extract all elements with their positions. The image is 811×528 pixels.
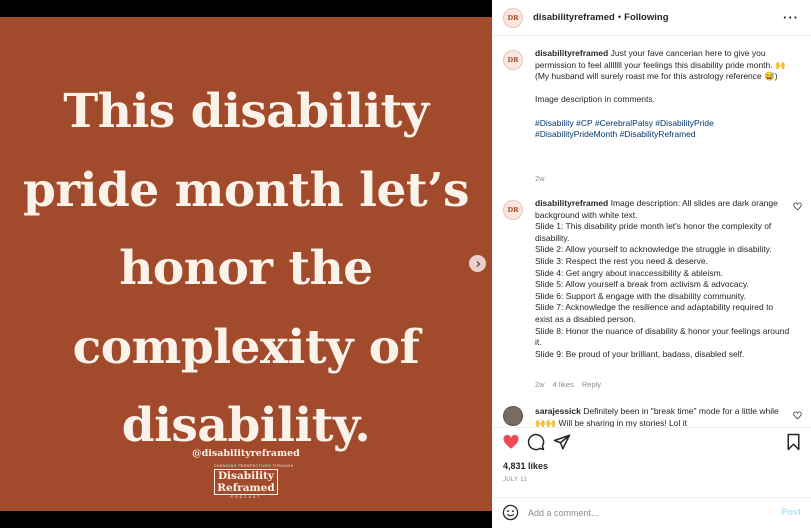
comment-line: Slide 7: Acknowledge the resilience and … — [535, 302, 774, 324]
comment-line: Slide 6: Support & engage with the disab… — [535, 290, 747, 301]
comment-line: Slide 5: Allow yourself a break from act… — [535, 279, 749, 290]
header-username[interactable]: disabilityreframed — [533, 12, 615, 23]
comment-likes[interactable]: 4 likes — [553, 380, 574, 389]
slide-headline: This disability pride month let’s honor … — [0, 73, 492, 466]
avatar[interactable]: DR — [503, 8, 523, 28]
comment-line: Slide 1: This disability pride month let… — [535, 221, 772, 243]
logo-subtitle: PODCAST — [230, 495, 262, 499]
comment-text: disabilityreframed Image description: Al… — [535, 198, 791, 221]
comment-text: sarajessick Definitely been in "break ti… — [535, 406, 791, 427]
reply-button[interactable]: Reply — [582, 380, 601, 389]
comment-username[interactable]: disabilityreframed — [535, 198, 608, 208]
logo-line2: Reframed — [217, 482, 275, 494]
slide-headline-line: complexity of — [72, 319, 420, 375]
post-image-pane: This disability pride month let’s honor … — [0, 0, 492, 528]
slide-headline-line: honor the — [119, 241, 373, 296]
comment-username[interactable]: sarajessick — [535, 406, 581, 416]
comment-line: Slide 9: Be proud of your brilliant, bad… — [535, 348, 745, 359]
separator-dot: • — [617, 12, 622, 23]
caption-spacer — [535, 106, 791, 118]
comment-time[interactable]: 2w — [535, 174, 545, 183]
comment-line: Slide 4: Get angry about inaccessibility… — [535, 267, 724, 278]
comment-input[interactable] — [528, 503, 768, 523]
caption-spacer — [535, 83, 791, 95]
following-button[interactable]: Following — [624, 12, 668, 23]
logo-wordmark: Disability Reframed — [214, 469, 278, 495]
avatar[interactable]: DR — [503, 50, 523, 70]
comment-meta: 2w 4 likes Reply — [535, 380, 609, 389]
hashtag-link[interactable]: #Disability #CP #CerebralPalsy #Disabili… — [535, 118, 791, 130]
caption-text: disabilityreframed Just your fave cancer… — [535, 48, 791, 71]
slide-headline-line: This disability — [63, 84, 429, 139]
likes-count[interactable]: 4,831 likes — [503, 461, 548, 471]
add-comment-bar: Post — [492, 497, 811, 528]
share-icon[interactable] — [553, 433, 571, 451]
post-button[interactable]: Post — [781, 507, 801, 517]
like-heart-icon[interactable] — [502, 433, 520, 451]
comment-username[interactable]: disabilityreframed — [535, 48, 608, 58]
more-options-icon[interactable]: ··· — [783, 10, 799, 25]
comment-icon[interactable] — [527, 433, 545, 451]
comment-line: Slide 2: Allow yourself to acknowledge t… — [535, 244, 772, 255]
logo-tagline: CHANGING PERSPECTIVES THROUGH — [214, 464, 294, 468]
like-comment-heart-icon[interactable] — [793, 202, 802, 211]
post-actions: 4,831 likes JULY 11 — [492, 427, 811, 497]
avatar[interactable] — [503, 406, 523, 426]
caption-line: (My husband will surely roast me for thi… — [535, 71, 778, 82]
slide-handle: @disabilityreframed — [192, 448, 300, 459]
like-comment-heart-icon[interactable] — [793, 411, 802, 420]
emoji-icon[interactable] — [502, 504, 519, 521]
caption-meta: 2w — [535, 174, 553, 183]
post-side-panel: DR disabilityreframed • Following ··· DR d… — [492, 0, 811, 528]
comment-line: Slide 8: Honor the nuance of disability … — [535, 325, 790, 348]
slide-headline-line: pride month let’s — [23, 162, 469, 218]
comment-time[interactable]: 2w — [535, 380, 545, 389]
post-date[interactable]: JULY 11 — [503, 477, 527, 483]
logo-line1: Disability — [217, 470, 275, 482]
podcast-logo: CHANGING PERSPECTIVES THROUGH Disability… — [214, 464, 294, 502]
next-slide-button[interactable] — [469, 255, 486, 272]
comment-body: disabilityreframed Image description: Al… — [535, 198, 791, 360]
chevron-right-icon — [476, 260, 480, 267]
caption-line: Image description in comments. — [535, 94, 655, 105]
hashtag-link[interactable]: #DisabilityPrideMonth #DisabilityReframe… — [535, 129, 791, 141]
header-line: disabilityreframed • Following — [533, 12, 669, 23]
post-header: DR disabilityreframed • Following ··· — [492, 0, 811, 36]
post-slide: This disability pride month let’s honor … — [0, 17, 492, 511]
comment-line: Slide 3: Respect the rest you need & des… — [535, 255, 708, 266]
avatar[interactable]: DR — [503, 200, 523, 220]
caption-body: disabilityreframed Just your fave cancer… — [535, 48, 791, 141]
comment-body: sarajessick Definitely been in "break ti… — [535, 406, 791, 427]
comments-list[interactable]: DR disabilityreframed Just your fave can… — [492, 37, 811, 427]
bookmark-icon[interactable] — [786, 433, 801, 451]
